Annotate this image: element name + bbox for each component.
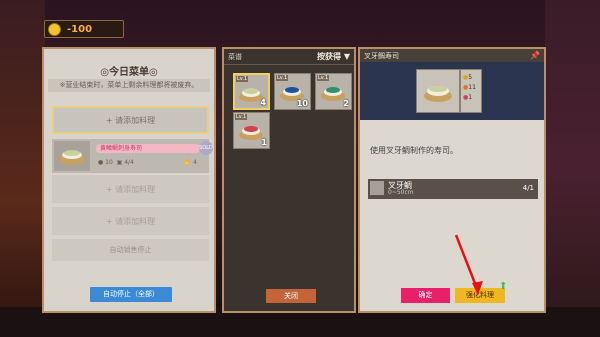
- menu-note: ※营业结束时，菜单上剩余料理都将被废弃。: [48, 79, 210, 92]
- recipe-list-title: 菜谱: [228, 53, 242, 61]
- sort-dropdown[interactable]: 按获得 ▼: [317, 51, 350, 62]
- dish-name-pill: 黄鳍鲷刺身寿司: [96, 144, 200, 153]
- auto-stop-all-button[interactable]: 自动停止（全部）: [90, 287, 172, 302]
- recipe-card-2[interactable]: Lv.1 10: [274, 73, 311, 110]
- recipe-count: 1: [261, 138, 267, 147]
- triangle-down-icon: ▼: [343, 52, 350, 61]
- add-dish-label: + 请添加料理: [105, 115, 156, 125]
- stat-appeal: ●11: [463, 83, 481, 93]
- stat-value: 5: [468, 74, 473, 81]
- level-label: Lv.1: [236, 76, 249, 82]
- coin-icon: ●: [98, 159, 104, 166]
- auto-sell-stop-slot: 自动销售停止: [52, 239, 209, 261]
- stat-value: 1: [468, 94, 473, 101]
- menu-title: ◎今日菜单◎: [100, 67, 158, 78]
- close-button[interactable]: 关闭: [266, 289, 316, 303]
- level-label: Lv.1: [276, 75, 289, 81]
- stat-price: ●5: [463, 73, 481, 83]
- coin-icon: [48, 22, 61, 36]
- dish-price-stock: ● 10 ▣ 4/4: [98, 159, 134, 166]
- pin-icon[interactable]: 📌: [530, 51, 540, 60]
- dish-name: 黄鳍鲷刺身寿司: [100, 145, 143, 152]
- confirm-button[interactable]: 确定: [401, 288, 450, 303]
- recipe-count: 2: [343, 99, 349, 108]
- dish-detail-panel: 叉牙鲷寿司 📌 ●5 ●11 ●1 使用叉牙鲷制作的寿司。 叉牙鲷 0~50cm…: [358, 47, 546, 313]
- auto-slot-label: 自动销售停止: [109, 246, 152, 254]
- sushi-icon: [424, 86, 452, 102]
- dish-description: 使用叉牙鲷制作的寿司。: [370, 146, 458, 155]
- hand-icon: ✋: [183, 159, 192, 166]
- add-dish-slot-3[interactable]: + 请添加料理: [52, 207, 209, 235]
- recipe-card-1[interactable]: Lv.1 4: [233, 73, 270, 110]
- sold-badge: SOLD: [199, 141, 213, 155]
- ingredient-size: 0~50cm: [388, 189, 414, 196]
- detail-dish-image: [416, 69, 460, 113]
- dish-price: 10: [105, 159, 113, 166]
- menu-dish-row[interactable]: 黄鳍鲷刺身寿司 SOLD ● 10 ▣ 4/4 ✋ 4: [52, 139, 213, 173]
- detail-title: 叉牙鲷寿司: [364, 52, 399, 60]
- ingredient-row: 叉牙鲷 0~50cm 4/1: [368, 179, 538, 199]
- stat-level: ●1: [463, 93, 481, 103]
- recipe-count: 10: [296, 99, 308, 108]
- stat-value: 11: [468, 84, 476, 91]
- sort-label: 按获得: [317, 52, 342, 61]
- red-arrow-annotation: [454, 234, 483, 295]
- dish-stock: 4/4: [124, 159, 134, 166]
- background-right-scenery: [545, 0, 600, 337]
- detail-header: 叉牙鲷寿司 📌: [360, 49, 544, 62]
- recipe-card-4[interactable]: Lv.1 1: [233, 112, 270, 149]
- level-label: Lv.1: [235, 114, 248, 120]
- coin-value: -100: [67, 23, 93, 35]
- add-dish-slot[interactable]: + 请添加料理: [52, 106, 209, 134]
- ingredient-count: 4/1: [522, 184, 534, 192]
- level-label: Lv.1: [317, 75, 330, 81]
- detail-stats: ●5 ●11 ●1: [460, 69, 482, 113]
- add-dish-label-2: + 请添加料理: [105, 184, 156, 194]
- fish-icon: [370, 181, 384, 195]
- background-left-scenery: [0, 0, 45, 337]
- recipe-list-panel: 菜谱 按获得 ▼ Lv.1 4 Lv.1 10 Lv.1 2 Lv.1 1 关闭: [222, 47, 356, 313]
- sushi-dish-thumbnail: [54, 141, 90, 171]
- today-menu-panel: ◎今日菜单◎ ※营业结束时，菜单上剩余料理都将被废弃。 + 请添加料理 黄鳍鲷刺…: [42, 47, 216, 313]
- recipe-count: 4: [260, 98, 266, 107]
- coin-counter: -100: [44, 20, 124, 38]
- dish-qty-value: 4: [193, 159, 197, 166]
- sushi-icon: [59, 150, 85, 165]
- dish-quantity: ✋ 4: [184, 159, 197, 166]
- up-arrow-icon: ⬆: [499, 281, 508, 292]
- recipe-card-3[interactable]: Lv.1 2: [315, 73, 352, 110]
- add-dish-label-3: + 请添加料理: [105, 216, 156, 226]
- recipe-list-header: 菜谱 按获得 ▼: [224, 49, 354, 65]
- add-dish-slot-2[interactable]: + 请添加料理: [52, 175, 209, 203]
